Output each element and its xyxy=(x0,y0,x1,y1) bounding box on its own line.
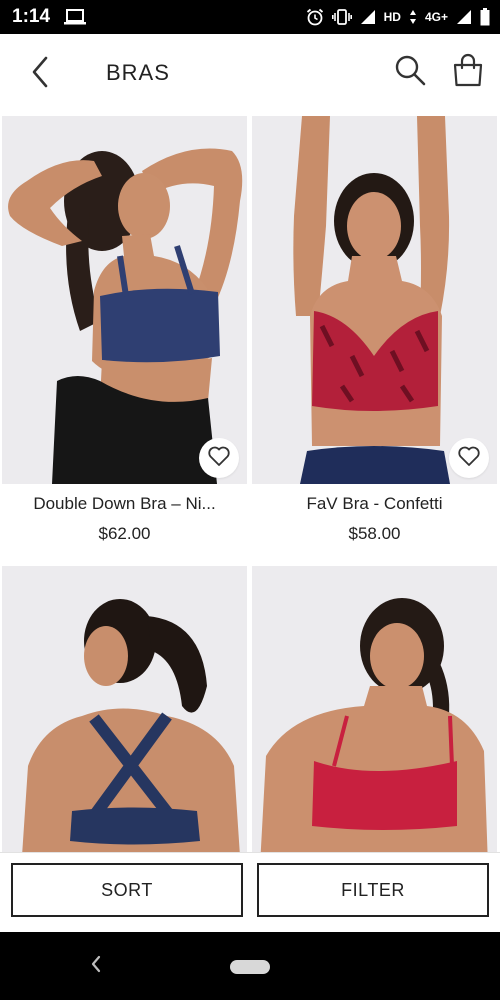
product-grid: Double Down Bra – Ni... $62.00 FaV Bra -… xyxy=(0,114,500,852)
search-button[interactable] xyxy=(392,54,428,90)
product-image[interactable] xyxy=(2,116,247,484)
app-bar: BRAS xyxy=(0,34,500,114)
favorite-button[interactable] xyxy=(449,438,489,478)
data-arrows-icon xyxy=(409,9,417,25)
product-image[interactable] xyxy=(2,566,247,852)
sort-filter-bar: SORT FILTER xyxy=(0,852,500,932)
signal-icon xyxy=(360,9,376,25)
vibrate-icon xyxy=(331,9,352,25)
favorite-button[interactable] xyxy=(199,438,239,478)
status-time: 1:14 xyxy=(12,6,51,27)
product-image[interactable] xyxy=(252,116,497,484)
network-type-label: 4G+ xyxy=(424,10,448,24)
chevron-left-icon xyxy=(90,955,102,978)
system-back-button[interactable] xyxy=(86,954,106,978)
product-name[interactable]: FaV Bra - Confetti xyxy=(252,494,497,514)
sort-button[interactable]: SORT xyxy=(11,863,243,917)
laptop-icon xyxy=(64,9,87,25)
filter-button[interactable]: FILTER xyxy=(257,863,489,917)
system-navigation-bar xyxy=(0,932,500,1000)
battery-icon xyxy=(480,8,490,26)
home-pill-button[interactable] xyxy=(230,960,270,974)
product-image[interactable] xyxy=(252,566,497,852)
product-price: $62.00 xyxy=(98,524,151,543)
search-icon xyxy=(394,54,426,91)
signal-icon-2 xyxy=(456,9,472,25)
status-bar: 1:14 HD 4G+ xyxy=(0,0,500,34)
status-icons: HD 4G+ xyxy=(306,8,490,26)
page-title: BRAS xyxy=(106,60,170,85)
back-button[interactable] xyxy=(24,56,56,92)
heart-outline-icon xyxy=(207,445,231,472)
shopping-bag-button[interactable] xyxy=(450,53,486,92)
network-label: HD xyxy=(383,10,401,24)
product-price: $58.00 xyxy=(348,524,401,543)
chevron-left-icon xyxy=(30,56,50,93)
heart-outline-icon xyxy=(457,445,481,472)
shopping-bag-icon xyxy=(452,53,484,92)
product-name[interactable]: Double Down Bra – Ni... xyxy=(2,494,247,514)
alarm-icon xyxy=(306,8,324,26)
